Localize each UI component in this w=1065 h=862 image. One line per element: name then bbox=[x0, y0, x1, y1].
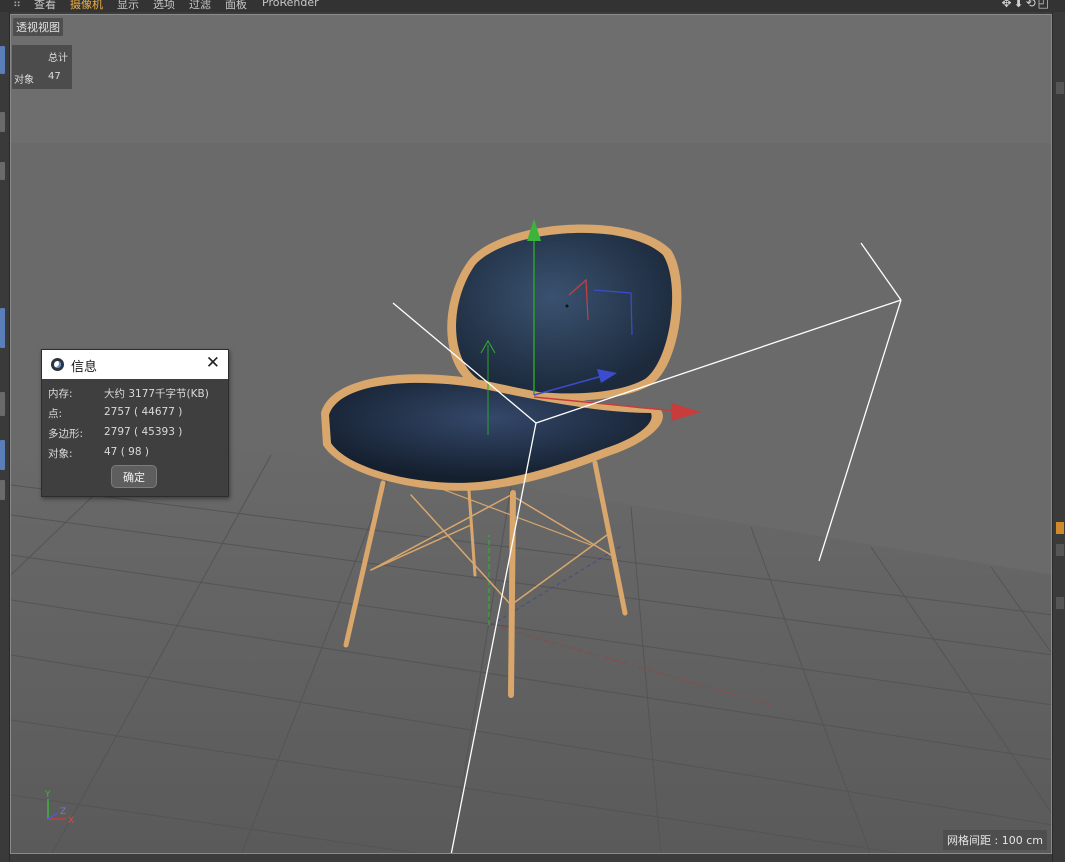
menu-camera[interactable]: 摄像机 bbox=[70, 0, 103, 12]
menu-panel[interactable]: 面板 bbox=[225, 0, 247, 12]
panel-tab[interactable] bbox=[1056, 522, 1064, 534]
fullscreen-icon[interactable]: ◰ bbox=[1038, 0, 1051, 10]
panel-tab[interactable] bbox=[1056, 82, 1064, 94]
tool-button[interactable] bbox=[0, 112, 5, 132]
left-toolbar bbox=[0, 12, 10, 862]
info-polygons-value: 2797 ( 45393 ) bbox=[104, 426, 183, 438]
info-points-value: 2757 ( 44677 ) bbox=[104, 406, 183, 418]
axis-orientation-icon: Y Z X bbox=[44, 790, 74, 825]
info-memory-label: 内存: bbox=[48, 388, 73, 400]
info-polygons-label: 多边形: bbox=[48, 428, 84, 440]
dialog-title: 信息 bbox=[71, 360, 98, 375]
tool-button[interactable] bbox=[0, 480, 5, 500]
rotate-view-icon[interactable]: ⬇ bbox=[1014, 0, 1026, 10]
right-panel-edge bbox=[1052, 12, 1065, 862]
tool-button[interactable] bbox=[0, 440, 5, 470]
tool-button[interactable] bbox=[0, 308, 5, 348]
menu-prorender[interactable]: ProRender bbox=[262, 0, 319, 9]
ok-button[interactable]: 确定 bbox=[111, 465, 157, 488]
axis-y-label: Y bbox=[44, 790, 51, 800]
info-points-label: 点: bbox=[48, 408, 63, 420]
axis-z-label: Z bbox=[60, 807, 66, 817]
menu-display[interactable]: 显示 bbox=[117, 0, 139, 12]
grid-spacing-label: 网格间距 : 100 cm bbox=[943, 830, 1047, 850]
cinema4d-logo-icon bbox=[51, 358, 64, 371]
info-objects-label: 对象: bbox=[48, 448, 73, 460]
info-objects-value: 47 ( 98 ) bbox=[104, 446, 149, 458]
axis-x-label: X bbox=[68, 816, 74, 825]
viewport-menubar: ⠿ 查看 摄像机 显示 选项 过滤 面板 ProRender ✥⬇⟲◰ bbox=[0, 0, 1065, 12]
menu-filter[interactable]: 过滤 bbox=[189, 0, 211, 12]
scene-stats-hud: 总计 对象 47 bbox=[12, 45, 72, 89]
move-view-icon[interactable]: ✥ bbox=[1001, 0, 1013, 10]
tool-button[interactable] bbox=[0, 162, 5, 180]
info-memory-value: 大约 3177千字节(KB) bbox=[104, 388, 209, 400]
menu-view[interactable]: 查看 bbox=[34, 0, 56, 12]
zoom-view-icon[interactable]: ⟲ bbox=[1026, 0, 1038, 10]
view-name-label[interactable]: 透视视图 bbox=[13, 18, 63, 36]
menu-options[interactable]: 选项 bbox=[153, 0, 175, 12]
dialog-titlebar[interactable]: 信息 ✕ bbox=[42, 350, 228, 379]
tool-button[interactable] bbox=[0, 392, 5, 416]
stats-total-header: 总计 bbox=[48, 53, 68, 64]
panel-tab[interactable] bbox=[1056, 544, 1064, 556]
stats-objects-label: 对象 bbox=[14, 75, 34, 86]
view-navigation-icons: ✥⬇⟲◰ bbox=[1001, 0, 1051, 10]
panel-tab[interactable] bbox=[1056, 597, 1064, 609]
menu-grip-icon[interactable]: ⠿ bbox=[13, 0, 21, 10]
close-icon[interactable]: ✕ bbox=[206, 354, 220, 372]
stats-objects-value: 47 bbox=[48, 71, 61, 82]
tool-button[interactable] bbox=[0, 46, 5, 74]
info-dialog: 信息 ✕ 内存: 大约 3177千字节(KB) 点: 2757 ( 44677 … bbox=[41, 349, 229, 497]
